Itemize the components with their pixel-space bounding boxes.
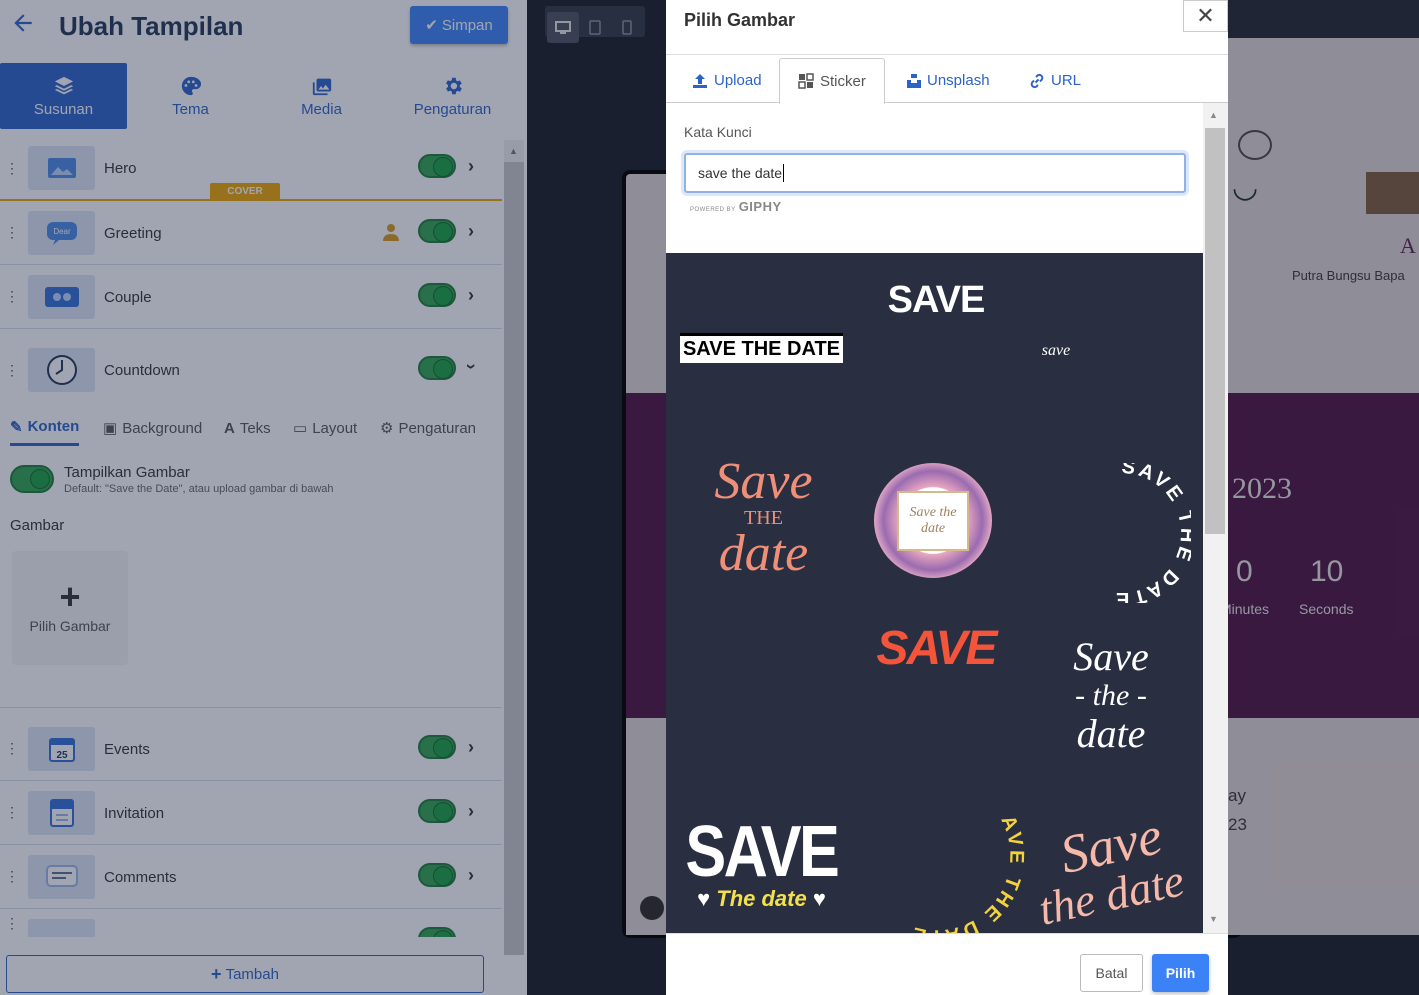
svg-text:SAVE THE DATE: SAVE THE DATE [908, 818, 1028, 933]
modal-tabs: Upload Sticker Unsplash URL [666, 56, 1228, 104]
pick-button[interactable]: Pilih [1152, 954, 1209, 992]
sticker-save-big[interactable]: SAVE ♥ The date ♥ [684, 808, 840, 918]
modal-divider [666, 54, 1228, 55]
unsplash-icon [907, 73, 921, 88]
cancel-button[interactable]: Batal [1080, 954, 1143, 992]
modal-title: Pilih Gambar [684, 10, 796, 30]
editor-sidebar: Ubah Tampilan ✔ Simpan Susunan Tema Medi… [0, 0, 527, 995]
sticker-save-the-date-box[interactable]: SAVE THE DATE [680, 333, 843, 363]
tab-url[interactable]: URL [1011, 58, 1099, 103]
keyword-input[interactable]: save the date [684, 153, 1186, 193]
modal-footer-divider [666, 933, 1228, 934]
tab-label: Sticker [820, 72, 866, 90]
sticker-save-handwritten[interactable]: Save - the - date [1051, 618, 1171, 773]
sticker-results: SAVE SAVE THE DATE save Save THE date Sa… [666, 253, 1203, 933]
sticker-floral[interactable]: Save the date [874, 463, 992, 578]
modal-scrollbar-thumb[interactable] [1205, 128, 1225, 534]
giphy-logo: GIPHY [738, 199, 782, 214]
powered-by-text: POWERED BY [690, 207, 736, 213]
giphy-attribution: POWERED BY GIPHY [690, 199, 782, 214]
svg-text:SAVE THE DATE: SAVE THE DATE [1113, 463, 1191, 603]
link-icon [1030, 73, 1044, 88]
sticker-icon [798, 73, 814, 89]
modal-backdrop [0, 0, 527, 995]
tab-label: URL [1051, 72, 1082, 89]
sticker-save-pink[interactable]: Save THE date [696, 443, 831, 593]
scroll-down-icon[interactable]: ▼ [1209, 914, 1218, 924]
tab-label: Unsplash [927, 72, 990, 89]
tab-label: Upload [714, 72, 762, 89]
keyword-value: save the date [698, 165, 783, 181]
image-picker-modal: Pilih Gambar ✕ Upload Sticker Unsplash U… [666, 0, 1228, 995]
sticker-save-script[interactable]: save [1026, 338, 1086, 363]
scroll-up-icon[interactable]: ▲ [1209, 110, 1218, 120]
tab-sticker[interactable]: Sticker [779, 58, 885, 104]
tab-upload[interactable]: Upload [674, 58, 780, 103]
sticker-save-white[interactable]: SAVE [871, 275, 1001, 325]
text-caret [783, 164, 785, 182]
sticker-save-orange[interactable]: SAVE [876, 618, 997, 678]
keyword-label: Kata Kunci [684, 124, 752, 140]
sticker-save-peach[interactable]: Save the date [1026, 803, 1196, 933]
upload-icon [693, 73, 707, 88]
sticker-arc-white[interactable]: SAVE THE DATE [1051, 463, 1191, 603]
sticker-arc-yellow[interactable]: SAVE THE DATE [871, 818, 1031, 933]
tab-unsplash[interactable]: Unsplash [889, 58, 1008, 103]
close-icon[interactable]: ✕ [1183, 0, 1228, 32]
